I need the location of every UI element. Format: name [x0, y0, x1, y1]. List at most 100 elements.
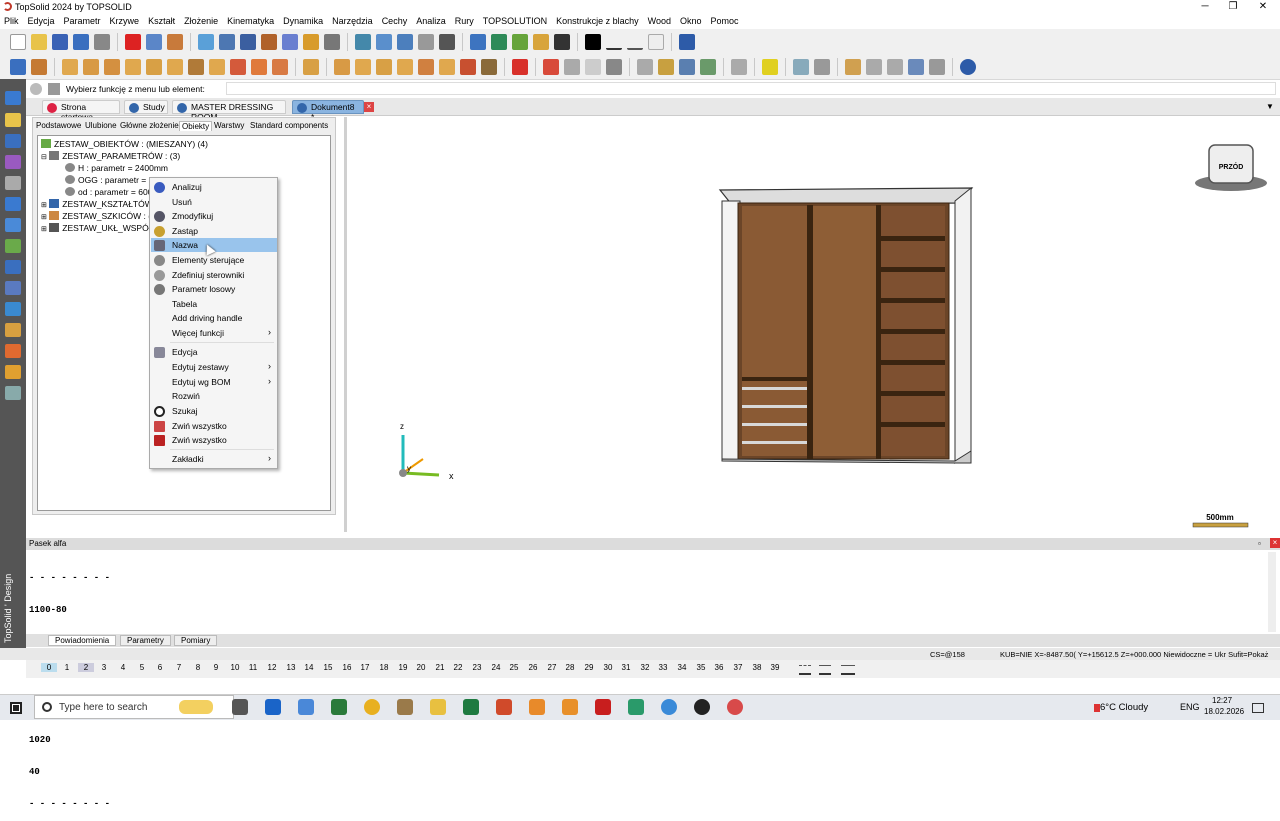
edge-icon[interactable] [303, 58, 319, 75]
tab-glowne-zlozenie[interactable]: Główne złożenie [118, 121, 181, 130]
layer-11[interactable]: 11 [245, 663, 261, 672]
hatch-icon[interactable] [648, 33, 664, 50]
menu-item-edytuj-wg-bom[interactable]: Edytuj wg BOM › [151, 375, 277, 389]
layer-4[interactable]: 4 [115, 663, 131, 672]
panel7-icon[interactable] [188, 58, 204, 75]
menu-item-wiecej-funkcji[interactable]: Więcej funkcji › [151, 326, 277, 340]
layer-23[interactable]: 23 [469, 663, 485, 672]
menu-plik[interactable]: Plik [0, 14, 24, 26]
tool-b-icon[interactable] [814, 58, 830, 75]
layer-22[interactable]: 22 [450, 663, 466, 672]
zoom-icon[interactable] [470, 33, 486, 50]
tool-d-icon[interactable] [866, 58, 882, 75]
sketch-icon[interactable] [5, 91, 21, 105]
eraser-icon[interactable] [167, 33, 183, 50]
topsolid-icon[interactable] [727, 699, 743, 715]
app-icon[interactable] [529, 699, 545, 715]
menu-item-usun[interactable]: Usuń [151, 195, 277, 209]
delete-icon[interactable] [125, 33, 141, 50]
tab-podstawowe[interactable]: Podstawowe [34, 121, 83, 130]
store-icon[interactable] [265, 699, 281, 715]
acrobat-icon[interactable] [595, 699, 611, 715]
layer-26[interactable]: 26 [525, 663, 541, 672]
layers-icon[interactable] [282, 33, 298, 50]
chrome-icon[interactable] [661, 699, 677, 715]
kinematics-icon[interactable] [5, 218, 21, 232]
line-width-icon[interactable] [627, 33, 643, 50]
tool-g-icon[interactable] [929, 58, 945, 75]
measure-icon[interactable] [219, 33, 235, 50]
settings-icon[interactable] [5, 386, 21, 400]
menu-item-zwin-wszystko[interactable]: Zwiń wszystko [151, 419, 277, 433]
tab-standard-components[interactable]: Standard components [248, 121, 330, 130]
menu-dynamika[interactable]: Dynamika [279, 14, 328, 26]
arrow-icon[interactable] [376, 33, 392, 50]
shape2-icon[interactable] [564, 58, 580, 75]
tool-a-icon[interactable] [793, 58, 809, 75]
menu-item-zdefiniuj-sterowniki[interactable]: Zdefiniuj sterowniki [151, 268, 277, 282]
menu-topsolution[interactable]: TOPSOLUTION [479, 14, 552, 26]
app-icon[interactable] [298, 699, 314, 715]
machining2-icon[interactable] [355, 58, 371, 75]
solid-icon[interactable] [5, 134, 21, 148]
hardware-icon[interactable] [637, 58, 653, 75]
panel3-icon[interactable] [104, 58, 120, 75]
tool-f-icon[interactable] [908, 58, 924, 75]
line-type-icon[interactable] [606, 33, 622, 50]
window-manager-icon[interactable] [679, 33, 695, 50]
tab-warstwy[interactable]: Warstwy [212, 121, 246, 130]
menu-item-parametr-losowy[interactable]: Parametr losowy [151, 282, 277, 296]
layer-3[interactable]: 3 [96, 663, 112, 672]
tab-obiekty[interactable]: Obiekty [179, 121, 213, 131]
language-indicator[interactable]: ENG [1180, 702, 1200, 712]
layer-25[interactable]: 25 [506, 663, 522, 672]
panel11-icon[interactable] [272, 58, 288, 75]
chrome-icon[interactable] [364, 699, 380, 715]
machining-icon[interactable] [334, 58, 350, 75]
save-icon[interactable] [52, 33, 68, 50]
tree-node[interactable]: ⊞ ZESTAW_UKŁ_WSPÓŁ [41, 223, 153, 233]
panel9-icon[interactable] [230, 58, 246, 75]
menu-item-szukaj[interactable]: Szukaj [151, 404, 277, 418]
shape3-icon[interactable] [585, 58, 601, 75]
print-icon[interactable] [94, 33, 110, 50]
hardware4-icon[interactable] [700, 58, 716, 75]
command-input[interactable] [226, 82, 1276, 95]
shape4-icon[interactable] [606, 58, 622, 75]
alpha-scrollbar[interactable] [1268, 552, 1276, 632]
menu-item-zakladki[interactable]: Zakładki › [151, 452, 277, 466]
layer-5[interactable]: 5 [134, 663, 150, 672]
curve-icon[interactable] [5, 113, 21, 127]
line-style-picker[interactable] [791, 661, 871, 677]
layer-27[interactable]: 27 [544, 663, 560, 672]
tab-study[interactable]: Study [124, 100, 168, 114]
panel6-icon[interactable] [167, 58, 183, 75]
menu-pomoc[interactable]: Pomoc [707, 14, 744, 26]
machining6-icon[interactable] [439, 58, 455, 75]
point-icon[interactable] [5, 176, 21, 190]
shape-icon[interactable] [543, 58, 559, 75]
check-icon[interactable] [439, 33, 455, 50]
layer-30[interactable]: 30 [600, 663, 616, 672]
layer-37[interactable]: 37 [730, 663, 746, 672]
layer-15[interactable]: 15 [320, 663, 336, 672]
menu-item-zastap[interactable]: Zastąp [151, 224, 277, 238]
layer-9[interactable]: 9 [208, 663, 224, 672]
menu-ksztalt[interactable]: Kształt [144, 14, 180, 26]
layer-39[interactable]: 39 [767, 663, 783, 672]
menu-okno[interactable]: Okno [676, 14, 707, 26]
menu-parametr[interactable]: Parametr [60, 14, 106, 26]
machining7-icon[interactable] [460, 58, 476, 75]
tab-parametry[interactable]: Parametry [120, 635, 171, 646]
tab-start[interactable]: Strona startowa [42, 100, 120, 122]
machining4-icon[interactable] [397, 58, 413, 75]
layer-28[interactable]: 28 [562, 663, 578, 672]
style-icon[interactable] [303, 33, 319, 50]
tab-powiadomienia[interactable]: Powiadomienia [48, 635, 117, 646]
tree-node[interactable]: ⊟ ZESTAW_PARAMETRÓW : (3) [41, 151, 180, 161]
machining3-icon[interactable] [376, 58, 392, 75]
layer-21[interactable]: 21 [432, 663, 448, 672]
tool-c-icon[interactable] [845, 58, 861, 75]
box-icon[interactable] [512, 58, 528, 75]
tab-pomiary[interactable]: Pomiary [174, 635, 218, 646]
